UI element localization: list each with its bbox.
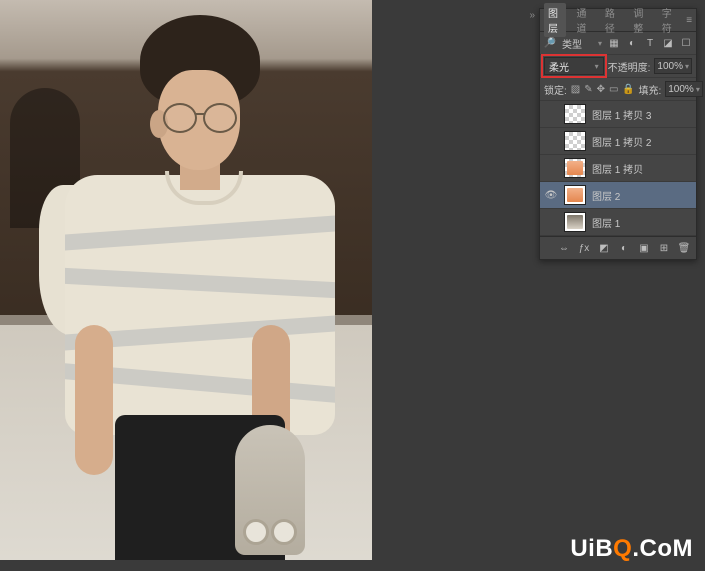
adjust-icon[interactable]: ◐ bbox=[618, 242, 630, 254]
blend-mode-value: 柔光 bbox=[549, 59, 569, 74]
photo-glasses bbox=[163, 103, 237, 129]
panel-footer: ⇔ ƒx ◩ ◐ ▣ ⊞ 🗑 bbox=[540, 236, 696, 259]
group-icon[interactable]: ▣ bbox=[638, 242, 650, 254]
photo-arm-left bbox=[75, 325, 113, 475]
layer-thumbnail[interactable] bbox=[564, 131, 586, 151]
link-icon[interactable]: ⇔ bbox=[558, 242, 570, 254]
panel-collapse-icon[interactable]: » bbox=[529, 10, 535, 21]
watermark-text-accent: Q bbox=[613, 535, 632, 562]
visibility-toggle[interactable]: 👁 bbox=[544, 107, 558, 121]
layer-thumbnail[interactable] bbox=[564, 212, 586, 232]
layer-row[interactable]: 👁 图层 1 拷贝 bbox=[540, 155, 696, 182]
layer-name[interactable]: 图层 2 bbox=[592, 188, 692, 203]
layer-row[interactable]: 👁 图层 1 拷贝 2 bbox=[540, 128, 696, 155]
layers-panel: 图层 通道 路径 调整 字符 ≡ 🔎 类型 ▾ ▦ ◐ T ◪ ☐ 柔光 ▾ 不… bbox=[539, 8, 697, 260]
document-canvas[interactable] bbox=[0, 0, 372, 560]
layer-thumbnail[interactable] bbox=[564, 185, 586, 205]
trash-icon[interactable]: 🗑 bbox=[678, 242, 690, 254]
fill-label: 填充: bbox=[638, 82, 661, 97]
watermark-text-1: UiB bbox=[570, 535, 613, 562]
watermark-text-2: .CoM bbox=[632, 535, 693, 562]
layer-name[interactable]: 图层 1 拷贝 bbox=[592, 161, 692, 176]
layer-name[interactable]: 图层 1 拷贝 3 bbox=[592, 107, 692, 122]
chevron-down-icon: ▾ bbox=[685, 62, 689, 71]
tab-channels[interactable]: 通道 bbox=[572, 3, 594, 37]
search-icon[interactable]: 🔎 bbox=[544, 37, 556, 49]
lock-transparent-icon[interactable]: ▨ bbox=[571, 83, 580, 95]
layer-row[interactable]: 👁 图层 1 bbox=[540, 209, 696, 236]
filter-text-icon[interactable]: T bbox=[644, 37, 656, 49]
fill-input[interactable]: 100% ▾ bbox=[665, 81, 703, 97]
blend-mode-select[interactable]: 柔光 ▾ bbox=[544, 57, 604, 75]
photo-skateboard bbox=[235, 425, 305, 555]
layer-row[interactable]: 👁 图层 2 bbox=[540, 182, 696, 209]
fx-icon[interactable]: ƒx bbox=[578, 242, 590, 254]
layer-thumbnail[interactable] bbox=[564, 104, 586, 124]
mask-icon[interactable]: ◩ bbox=[598, 242, 610, 254]
tab-layers[interactable]: 图层 bbox=[544, 3, 566, 37]
lock-artboard-icon[interactable]: ▭ bbox=[609, 83, 618, 95]
lock-brush-icon[interactable]: ✎ bbox=[584, 83, 592, 95]
chevron-down-icon: ▾ bbox=[595, 62, 599, 71]
lock-position-icon[interactable]: ✥ bbox=[597, 83, 605, 95]
opacity-input[interactable]: 100% ▾ bbox=[654, 58, 692, 74]
visibility-toggle[interactable]: 👁 bbox=[544, 215, 558, 229]
lock-label: 锁定: bbox=[544, 82, 567, 97]
filter-shape-icon[interactable]: ◪ bbox=[662, 37, 674, 49]
tab-char[interactable]: 字符 bbox=[658, 3, 680, 37]
visibility-toggle[interactable]: 👁 bbox=[544, 188, 558, 202]
filter-adjust-icon[interactable]: ◐ bbox=[626, 37, 638, 49]
visibility-toggle[interactable]: 👁 bbox=[544, 161, 558, 175]
opacity-value: 100% bbox=[657, 61, 683, 72]
new-icon[interactable]: ⊞ bbox=[658, 242, 670, 254]
photo-subject bbox=[45, 15, 345, 555]
layer-name[interactable]: 图层 1 拷贝 2 bbox=[592, 134, 692, 149]
visibility-toggle[interactable]: 👁 bbox=[544, 134, 558, 148]
fill-value: 100% bbox=[668, 84, 694, 95]
layer-row[interactable]: 👁 图层 1 拷贝 3 bbox=[540, 101, 696, 128]
layer-thumbnail[interactable] bbox=[564, 158, 586, 178]
panel-tabs: 图层 通道 路径 调整 字符 ≡ bbox=[540, 9, 696, 32]
filter-pixel-icon[interactable]: ▦ bbox=[608, 37, 620, 49]
watermark: UiBQ.CoM bbox=[570, 535, 693, 563]
layer-list: 👁 图层 1 拷贝 3 👁 图层 1 拷贝 2 👁 图层 1 拷贝 👁 图层 2 bbox=[540, 101, 696, 236]
layer-name[interactable]: 图层 1 bbox=[592, 215, 692, 230]
chevron-down-icon: ▾ bbox=[696, 85, 700, 94]
lock-fill-row: 锁定: ▨ ✎ ✥ ▭ 🔒 填充: 100% ▾ bbox=[540, 78, 696, 101]
opacity-label: 不透明度: bbox=[608, 59, 651, 74]
tab-paths[interactable]: 路径 bbox=[601, 3, 623, 37]
blend-opacity-row: 柔光 ▾ 不透明度: 100% ▾ bbox=[540, 55, 696, 78]
tab-adjust[interactable]: 调整 bbox=[629, 3, 651, 37]
panel-menu-icon[interactable]: ≡ bbox=[686, 15, 692, 26]
filter-smart-icon[interactable]: ☐ bbox=[680, 37, 692, 49]
lock-all-icon[interactable]: 🔒 bbox=[622, 83, 634, 95]
filter-type-dropdown[interactable]: ▾ bbox=[598, 39, 602, 48]
filter-type-label: 类型 bbox=[562, 36, 582, 51]
